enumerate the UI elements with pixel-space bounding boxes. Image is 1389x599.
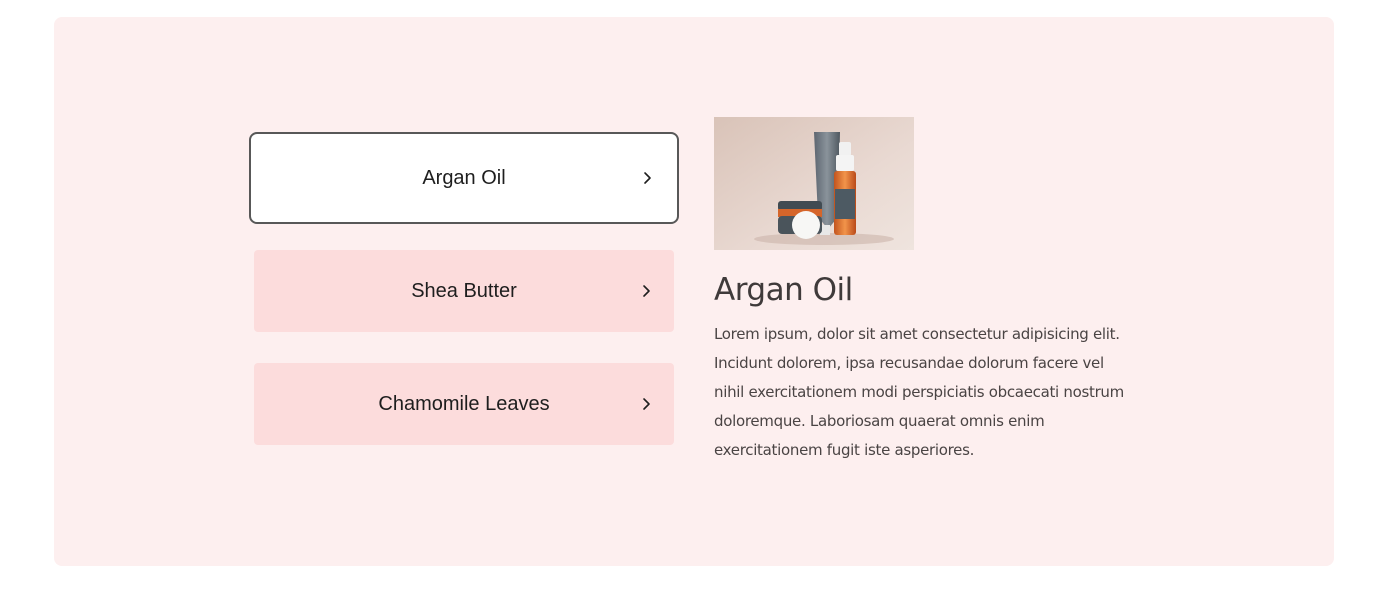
chevron-right-icon — [638, 396, 654, 412]
ingredients-panel — [54, 17, 1334, 566]
tab-label: Chamomile Leaves — [378, 392, 550, 415]
chevron-right-icon — [639, 170, 655, 186]
product-image — [714, 117, 914, 250]
ingredient-detail: Argan Oil Lorem ipsum, dolor sit amet co… — [714, 117, 1134, 465]
detail-description: Lorem ipsum, dolor sit amet consectetur … — [714, 325, 1124, 459]
tab-shea-butter[interactable]: Shea Butter — [254, 250, 674, 332]
tab-label: Shea Butter — [411, 279, 517, 302]
tab-argan-oil[interactable]: Argan Oil — [249, 132, 679, 224]
chevron-right-icon — [638, 283, 654, 299]
tab-chamomile-leaves[interactable]: Chamomile Leaves — [254, 363, 674, 445]
detail-title: Argan Oil — [714, 272, 853, 308]
tab-label: Argan Oil — [422, 166, 506, 189]
